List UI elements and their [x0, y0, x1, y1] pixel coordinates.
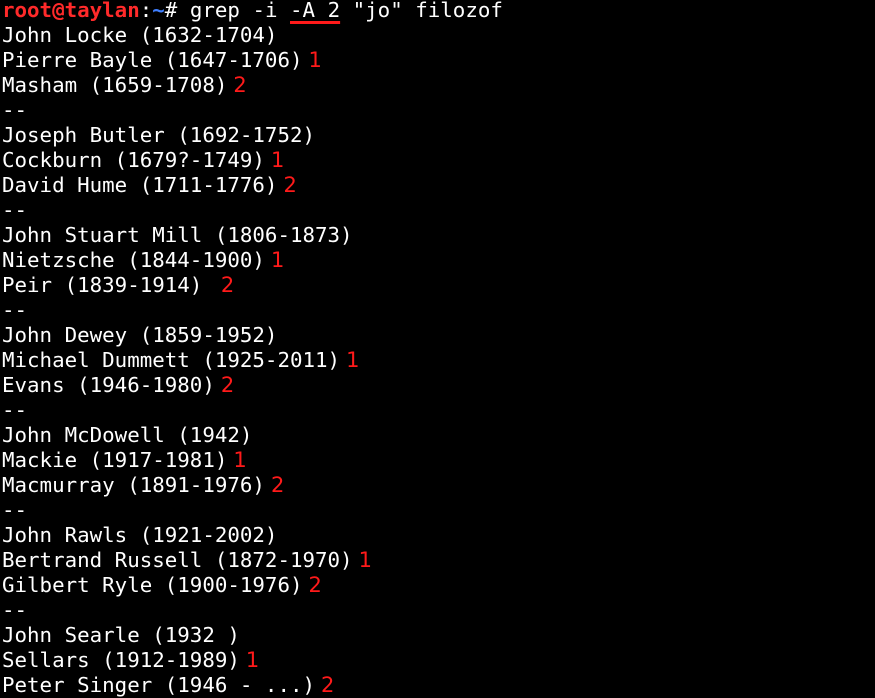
context-line-annotation: 2 [270, 473, 285, 497]
output-line-text: Macmurray (1891-1976) [2, 473, 265, 497]
context-line-annotation: 1 [245, 648, 260, 672]
context-line-annotation: 1 [346, 348, 360, 372]
group-separator: -- [2, 498, 875, 523]
command-prompt-line: root@taylan:~# grep -i -A 2 "jo" filozof [2, 0, 875, 23]
group-separator: -- [2, 598, 875, 623]
output-line-text: Masham (1659-1708) [2, 73, 228, 97]
output-line-text: -- [2, 98, 28, 122]
group-separator: -- [2, 198, 875, 223]
output-line-text: Peter Singer (1946 - ...) [2, 673, 316, 697]
context-line-annotation: 2 [321, 673, 335, 697]
prompt-user-host: root@taylan [2, 0, 140, 22]
output-line: Sellars (1912-1989) 1 [2, 648, 875, 673]
output-line: Peter Singer (1946 - ...) 2 [2, 673, 875, 698]
output-line-text: Peir (1839-1914) [2, 273, 215, 297]
prompt-symbol: # [164, 0, 190, 22]
output-line: John Locke (1632-1704) [2, 23, 875, 48]
output-line: John Stuart Mill (1806-1873) [2, 223, 875, 248]
context-line-annotation: 2 [220, 373, 235, 397]
output-line-text: Sellars (1912-1989) [2, 648, 240, 672]
output-line: Masham (1659-1708) 2 [2, 73, 875, 98]
group-separator: -- [2, 298, 875, 323]
output-line-text: Cockburn (1679?-1749) [2, 148, 265, 172]
output-line-text: Michael Dummett (1925-2011) [2, 348, 341, 372]
output-line-text: David Hume (1711-1776) [2, 173, 278, 197]
output-line-text: Joseph Butler (1692-1752) [2, 123, 316, 147]
command-flag-highlight: -A 2 [290, 0, 341, 22]
context-line-annotation: 2 [220, 273, 235, 297]
output-line-text: John Searle (1932 ) [2, 623, 240, 647]
output-line: John Dewey (1859-1952) [2, 323, 875, 348]
output-line: Cockburn (1679?-1749) 1 [2, 148, 875, 173]
output-line-text: -- [2, 298, 28, 322]
output-line: Joseph Butler (1692-1752) [2, 123, 875, 148]
output-line-text: John McDowell (1942) [2, 423, 253, 447]
output-line-text: John Rawls (1921-2002) [2, 523, 278, 547]
output-line: Peir (1839-1914) 2 [2, 273, 875, 298]
output-line: John Rawls (1921-2002) [2, 523, 875, 548]
output-line-text: John Locke (1632-1704) [2, 23, 278, 47]
context-line-annotation: 1 [358, 548, 372, 572]
terminal-window[interactable]: root@taylan:~# grep -i -A 2 "jo" filozof… [2, 0, 875, 698]
output-line-text: -- [2, 598, 28, 622]
context-line-annotation: 1 [270, 248, 285, 272]
context-line-annotation: 1 [308, 48, 322, 72]
output-line: David Hume (1711-1776) 2 [2, 173, 875, 198]
group-separator: -- [2, 398, 875, 423]
output-line: Macmurray (1891-1976) 2 [2, 473, 875, 498]
output-line: Mackie (1917-1981) 1 [2, 448, 875, 473]
context-line-annotation: 2 [283, 173, 297, 197]
output-line-text: Mackie (1917-1981) [2, 448, 228, 472]
context-line-annotation: 1 [270, 148, 285, 172]
output-line-text: Pierre Bayle (1647-1706) [2, 48, 303, 72]
output-line: Evans (1946-1980) 2 [2, 373, 875, 398]
output-line: Michael Dummett (1925-2011) 1 [2, 348, 875, 373]
output-line-text: Evans (1946-1980) [2, 373, 215, 397]
prompt-colon: : [139, 0, 153, 22]
output-line-text: -- [2, 498, 28, 522]
output-line-text: -- [2, 398, 28, 422]
output-line: Pierre Bayle (1647-1706) 1 [2, 48, 875, 73]
command-text: grep -i [189, 0, 291, 22]
output-line: Nietzsche (1844-1900) 1 [2, 248, 875, 273]
prompt-path: ~ [152, 0, 165, 22]
output-line-text: -- [2, 198, 28, 222]
output-line-text: John Dewey (1859-1952) [2, 323, 278, 347]
output-line-text: Gilbert Ryle (1900-1976) [2, 573, 303, 597]
group-separator: -- [2, 98, 875, 123]
output-line: John Searle (1932 ) [2, 623, 875, 648]
context-line-annotation: 2 [308, 573, 322, 597]
context-line-annotation: 2 [233, 73, 247, 97]
output-line-text: Nietzsche (1844-1900) [2, 248, 265, 272]
output-line: Bertrand Russell (1872-1970) 1 [2, 548, 875, 573]
output-line-text: Bertrand Russell (1872-1970) [2, 548, 353, 572]
output-line-text: John Stuart Mill (1806-1873) [2, 223, 353, 247]
output-line: John McDowell (1942) [2, 423, 875, 448]
output-line: Gilbert Ryle (1900-1976) 2 [2, 573, 875, 598]
grep-output: John Locke (1632-1704) Pierre Bayle (1647… [2, 23, 875, 698]
command-args: "jo" filozof [340, 0, 503, 22]
context-line-annotation: 1 [233, 448, 247, 472]
